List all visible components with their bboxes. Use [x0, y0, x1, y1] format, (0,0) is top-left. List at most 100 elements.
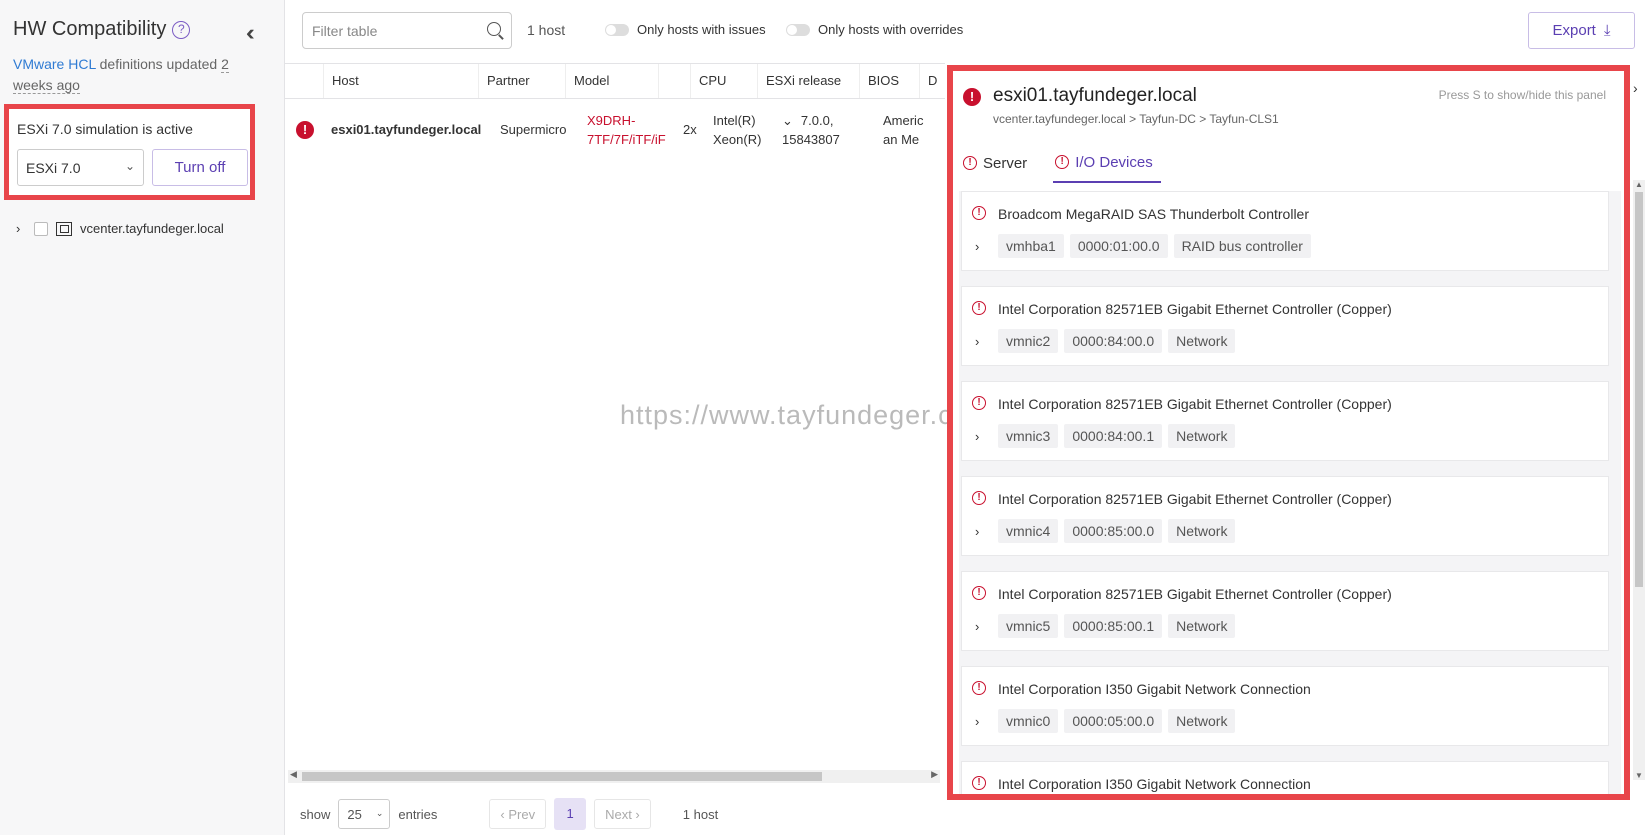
device-card[interactable]: ! Intel Corporation 82571EB Gigabit Ethe…	[961, 286, 1609, 366]
column-cpu-count[interactable]	[658, 64, 690, 98]
tag-vmnic: vmhba1	[998, 234, 1064, 258]
device-name: Intel Corporation 82571EB Gigabit Ethern…	[998, 301, 1392, 317]
hcl-definitions-text: definitions updated	[99, 56, 218, 72]
entries-label: entries	[398, 806, 438, 822]
device-tags: vmnic5 0000:85:00.1 Network	[998, 614, 1236, 638]
watermark: https://www.tayfundeger.com	[620, 400, 993, 430]
bios-line-1: Americ	[883, 113, 924, 128]
cpu-line-2: Xeon(R)	[713, 132, 762, 147]
warning-icon: !	[972, 206, 986, 220]
vcenter-icon	[56, 221, 72, 236]
tag-vmnic: vmnic3	[998, 424, 1059, 448]
page-number[interactable]: 1	[554, 798, 587, 830]
page-title: HW Compatibility ?	[13, 18, 191, 41]
host-count: 1 host	[527, 22, 566, 38]
cell-partner: Supermicro	[500, 122, 567, 137]
device-tags: vmhba1 0000:01:00.0 RAID bus controller	[998, 234, 1311, 258]
chevron-down-icon: ⌄	[124, 159, 135, 173]
tag-device-class: Network	[1168, 519, 1236, 543]
vertical-scrollbar[interactable]: ▲ ▼	[1633, 180, 1645, 780]
tree-item-vcenter[interactable]: › vcenter.tayfundeger.local	[16, 221, 224, 236]
warning-icon: !	[972, 491, 986, 505]
page-size-value: 25	[347, 807, 362, 822]
column-partner[interactable]: Partner	[478, 64, 565, 98]
device-card[interactable]: ! Intel Corporation 82571EB Gigabit Ethe…	[961, 476, 1609, 556]
scroll-down-icon[interactable]: ▼	[1635, 771, 1643, 780]
pagination: show 25 ⌄ entries ‹ Prev 1 Next › 1 host	[300, 798, 718, 830]
chevron-right-icon[interactable]: ›	[975, 239, 979, 254]
device-card[interactable]: ! Intel Corporation I350 Gigabit Network…	[961, 666, 1609, 746]
tag-device-class: Network	[1168, 614, 1236, 638]
model-line-2: 7TF/7F/iTF/iF	[587, 132, 666, 147]
show-label: show	[300, 806, 331, 822]
chevron-right-icon[interactable]: ›	[975, 524, 979, 539]
next-button[interactable]: Next ›	[594, 799, 651, 829]
tag-pci-address: 0000:84:00.0	[1064, 329, 1163, 353]
column-cpu[interactable]: CPU	[690, 64, 757, 98]
warning-icon: !	[963, 156, 977, 170]
error-icon: !	[296, 121, 314, 139]
warning-icon: !	[972, 586, 986, 600]
tab-server[interactable]: ! Server	[961, 151, 1035, 183]
device-tags: vmnic2 0000:84:00.0 Network	[998, 329, 1236, 353]
device-name: Intel Corporation I350 Gigabit Network C…	[998, 776, 1311, 792]
chevron-right-icon[interactable]: ›	[975, 429, 979, 444]
device-card[interactable]: ! Intel Corporation 82571EB Gigabit Ethe…	[961, 571, 1609, 651]
page-size-select[interactable]: 25 ⌄	[338, 799, 391, 829]
chevron-right-icon[interactable]: ›	[975, 619, 979, 634]
device-card[interactable]: ! Broadcom MegaRAID SAS Thunderbolt Cont…	[961, 191, 1609, 271]
toggle-hosts-issues[interactable]: Only hosts with issues	[605, 22, 766, 37]
collapse-sidebar-icon[interactable]: ‹‹	[246, 20, 254, 46]
device-name: Intel Corporation 82571EB Gigabit Ethern…	[998, 491, 1392, 507]
scroll-left-icon[interactable]: ◀	[290, 769, 297, 780]
next-label: Next	[605, 807, 632, 822]
chevron-right-icon[interactable]: ›	[975, 714, 979, 729]
tree-checkbox[interactable]	[34, 221, 48, 236]
chevron-right-icon[interactable]: ›	[16, 221, 26, 236]
device-tags: vmnic3 0000:84:00.1 Network	[998, 424, 1236, 448]
prev-button[interactable]: ‹ Prev	[489, 799, 547, 829]
chevron-right-icon[interactable]: ›	[975, 334, 979, 349]
chevron-down-icon: ⌄	[375, 808, 384, 818]
warning-icon: !	[1055, 155, 1070, 169]
column-model[interactable]: Model	[565, 64, 658, 98]
cell-host[interactable]: esxi01.tayfundeger.local	[331, 120, 481, 139]
tab-label: Server	[983, 154, 1028, 172]
column-host[interactable]: Host	[323, 64, 478, 98]
panel-expand-icon[interactable]: ›	[1633, 80, 1638, 96]
toggle-switch[interactable]	[786, 23, 810, 36]
toggle-label: Only hosts with overrides	[818, 22, 964, 37]
toggle-hosts-overrides[interactable]: Only hosts with overrides	[786, 22, 963, 37]
toggle-switch[interactable]	[605, 23, 629, 36]
horizontal-scrollbar[interactable]: ◀ ▶	[288, 769, 940, 783]
esxi-version-select[interactable]: ESXi 7.0 ⌄	[17, 149, 144, 186]
scroll-right-icon[interactable]: ▶	[931, 769, 938, 780]
tab-io-devices[interactable]: ! I/O Devices	[1053, 151, 1161, 183]
scrollbar-thumb[interactable]	[302, 772, 822, 781]
device-tags: vmnic0 0000:05:00.0 Network	[998, 709, 1236, 733]
vmware-hcl-link[interactable]: VMware HCL	[13, 56, 96, 72]
export-button[interactable]: Export ⤓	[1528, 12, 1635, 49]
scrollbar-thumb[interactable]	[1635, 192, 1643, 587]
help-icon[interactable]: ?	[172, 20, 191, 39]
column-bios[interactable]: BIOS	[859, 64, 919, 98]
device-card[interactable]: ! Intel Corporation 82571EB Gigabit Ethe…	[961, 381, 1609, 461]
scroll-up-icon[interactable]: ▲	[1635, 180, 1643, 189]
hcl-update-text: VMware HCL definitions updated 2 weeks a…	[13, 54, 253, 96]
column-d[interactable]: D	[919, 64, 949, 98]
turn-off-button[interactable]: Turn off	[152, 149, 248, 186]
simulation-label: ESXi 7.0 simulation is active	[17, 121, 193, 137]
toggle-label: Only hosts with issues	[637, 22, 766, 37]
device-card[interactable]: ! Intel Corporation I350 Gigabit Network…	[961, 761, 1609, 794]
cell-model[interactable]: X9DRH- 7TF/7F/iTF/iF	[587, 111, 666, 149]
tag-device-class: Network	[1168, 424, 1236, 448]
tag-pci-address: 0000:85:00.1	[1064, 614, 1163, 638]
tree-item-label: vcenter.tayfundeger.local	[80, 221, 224, 236]
tag-pci-address: 0000:01:00.0	[1069, 234, 1168, 258]
cell-bios: Americ an Me	[883, 111, 923, 149]
sidebar: HW Compatibility ? ‹‹ VMware HCL definit…	[0, 0, 285, 835]
filter-input[interactable]	[303, 13, 473, 48]
page-title-text: HW Compatibility	[13, 18, 167, 40]
column-esxi-release[interactable]: ESXi release	[757, 64, 859, 98]
tag-device-class: Network	[1168, 709, 1236, 733]
